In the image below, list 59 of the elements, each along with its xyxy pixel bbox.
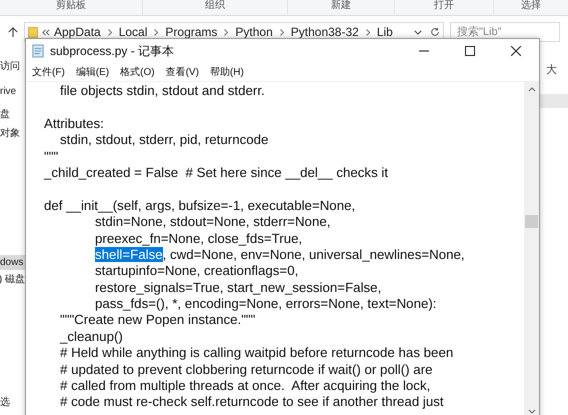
vertical-scrollbar[interactable] bbox=[524, 82, 539, 415]
code-text: def __init__(self, args, bufsize=-1, executable=None, bbox=[44, 198, 356, 213]
code-text: preexec_fn=None, close_fds=True, bbox=[95, 230, 302, 246]
scroll-up-icon[interactable] bbox=[528, 87, 536, 92]
scroll-thumb[interactable] bbox=[525, 215, 538, 228]
code-text: Attributes: bbox=[44, 116, 104, 131]
maximize-icon bbox=[465, 46, 475, 56]
breadcrumb[interactable]: Local bbox=[118, 25, 148, 39]
menu-item[interactable]: 文件(F) bbox=[32, 65, 65, 79]
code-text: pass_fds=(), *, encoding=None, errors=None, text=None): bbox=[95, 296, 436, 312]
code-text: # updated to prevent clobbering returncode if wait() or poll() are bbox=[60, 362, 433, 377]
code-text: """ bbox=[44, 148, 58, 164]
code-text: , cwd=None, env=None, universal_newlines=None, bbox=[162, 246, 465, 262]
breadcrumb[interactable]: Python38-32 bbox=[290, 25, 359, 39]
code-text: # called from multiple threads at once. After acquiring the lock, bbox=[60, 378, 430, 394]
code-text: """Create new Popen instance.""" bbox=[60, 312, 256, 328]
dropdown-caret-icon[interactable] bbox=[414, 30, 422, 34]
sidebar-item[interactable]: 盘 bbox=[0, 107, 25, 122]
code-text: _child_created = False # Set here since __del__ checks it bbox=[44, 164, 388, 180]
selected-text: shell=False bbox=[95, 246, 163, 262]
close-icon bbox=[511, 46, 521, 56]
double-chevron-icon[interactable] bbox=[42, 28, 50, 36]
sidebar-item[interactable]: 访问 bbox=[0, 59, 25, 74]
code-text: stdin=None, stdout=None, stderr=None, bbox=[95, 214, 330, 230]
breadcrumb[interactable]: Python bbox=[235, 25, 273, 39]
code-text: _cleanup() bbox=[60, 328, 123, 344]
menu-item[interactable]: 编辑(E) bbox=[76, 65, 110, 79]
column-divider-bar bbox=[538, 94, 568, 108]
breadcrumb[interactable]: AppData bbox=[54, 25, 101, 39]
code-text: file objects stdin, stdout and stderr. bbox=[60, 83, 265, 98]
ribbon-group-label: 打开 bbox=[434, 0, 454, 12]
column-header[interactable]: 大 bbox=[538, 63, 568, 77]
sidebar-item[interactable]: dows bbox=[0, 255, 25, 270]
code-text: # code must re-check self.returncode to see if another thread just bbox=[60, 394, 444, 410]
chevron-right-icon[interactable] bbox=[366, 28, 370, 36]
sidebar-item[interactable]: 对象 bbox=[0, 126, 25, 141]
code-text: startupinfo=None, creationflags=0, bbox=[95, 263, 298, 278]
code-text: stdin, stdout, stderr, pid, returncode bbox=[60, 132, 268, 148]
up-arrow-icon[interactable] bbox=[8, 26, 18, 38]
breadcrumb[interactable]: Lib bbox=[376, 25, 393, 39]
chevron-right-icon[interactable] bbox=[108, 28, 112, 36]
chevron-right-icon[interactable] bbox=[224, 28, 228, 36]
menu-item[interactable]: 格式(O) bbox=[120, 65, 155, 79]
sidebar-item[interactable]: rive bbox=[0, 84, 25, 99]
code-text: # Held while anything is calling waitpid before returncode has been bbox=[60, 345, 454, 360]
chevron-right-icon[interactable] bbox=[154, 28, 158, 36]
code-text: restore_signals=True, start_new_session=False, bbox=[95, 280, 382, 295]
menu-item[interactable]: 帮助(H) bbox=[210, 65, 244, 79]
folder-icon bbox=[28, 26, 38, 38]
breadcrumb[interactable]: Programs bbox=[165, 25, 218, 39]
sidebar-item[interactable]: 选 bbox=[0, 395, 25, 410]
notepad-icon bbox=[32, 44, 44, 58]
refresh-icon[interactable] bbox=[430, 27, 440, 37]
menu-item[interactable]: 查看(V) bbox=[166, 65, 199, 79]
ribbon-group-label: 组织 bbox=[205, 0, 225, 12]
window-title: subprocess.py - 记事本 bbox=[50, 42, 176, 60]
chevron-right-icon[interactable] bbox=[280, 28, 284, 36]
scroll-down-icon[interactable] bbox=[528, 409, 536, 414]
ribbon-group-label: 选择 bbox=[521, 0, 541, 12]
